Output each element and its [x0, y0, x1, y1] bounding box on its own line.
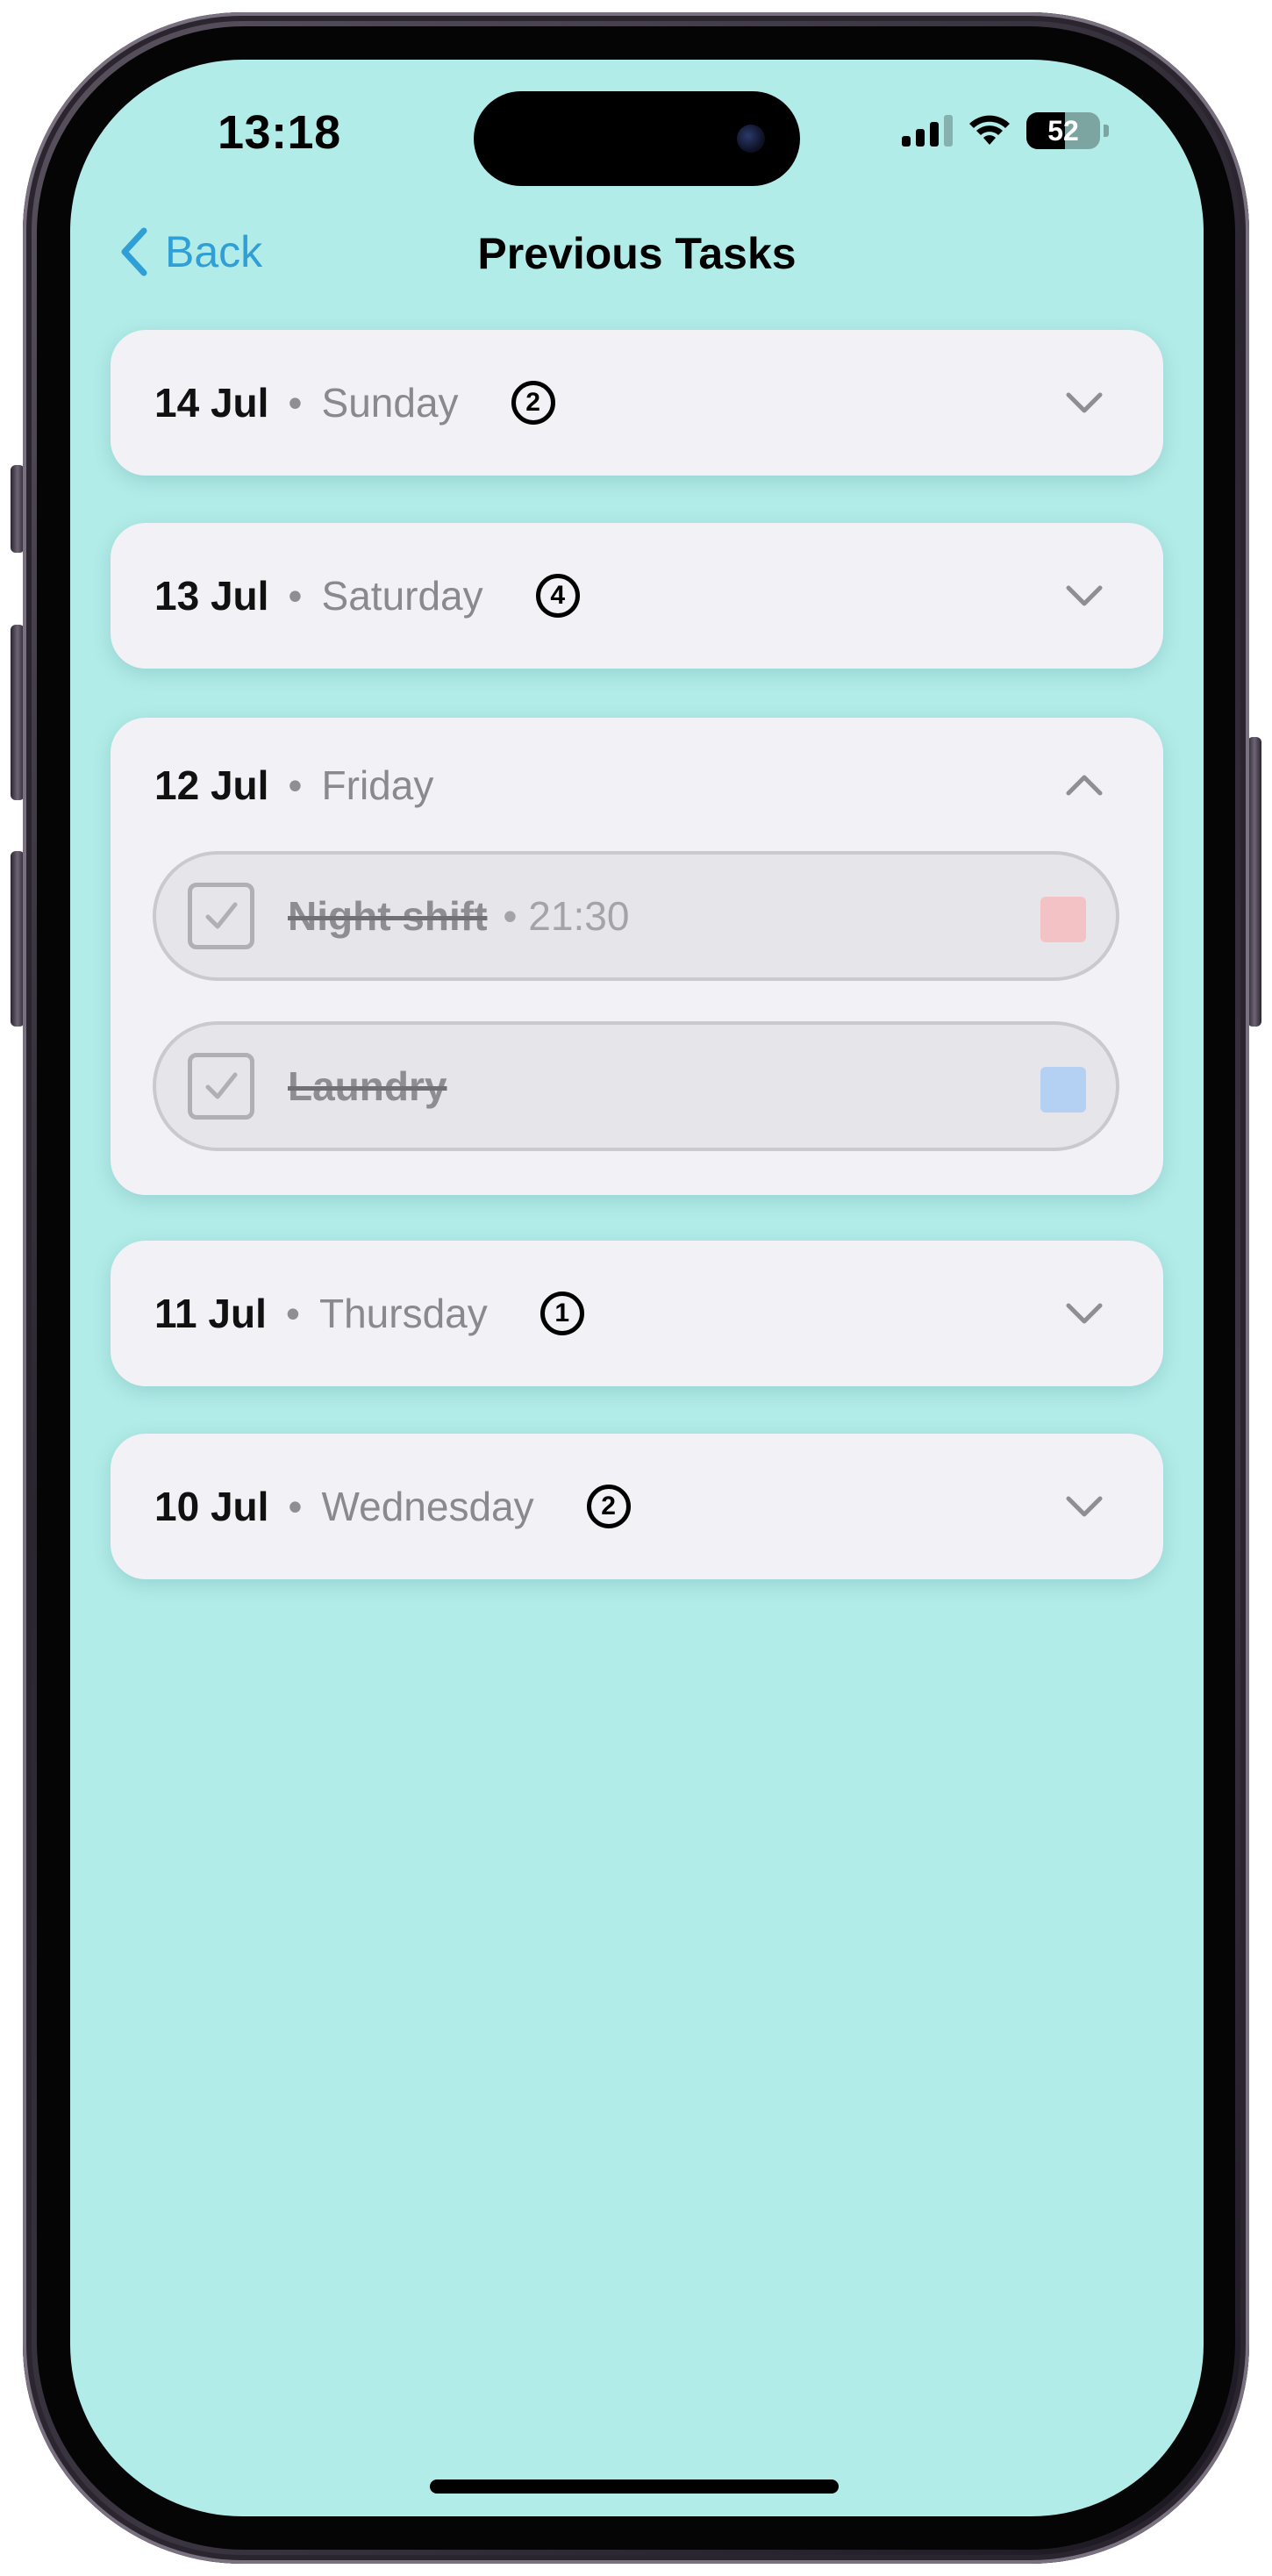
chevron-down-icon — [1066, 1496, 1103, 1517]
chevron-down-icon — [1066, 392, 1103, 413]
day-header[interactable]: 14 Jul • Sunday 2 — [111, 330, 1163, 476]
task-count-badge: 4 — [535, 574, 580, 618]
task-checkbox[interactable] — [188, 883, 254, 949]
separator-dot: • — [288, 573, 303, 619]
day-header[interactable]: 10 Jul • Wednesday 2 — [111, 1434, 1163, 1579]
status-time: 13:18 — [218, 106, 341, 159]
day-card-14-jul: 14 Jul • Sunday 2 — [111, 330, 1163, 476]
task-color-tag — [1040, 897, 1086, 942]
task-checkbox[interactable] — [188, 1053, 254, 1120]
day-weekday: Thursday — [318, 1291, 488, 1336]
task-count-badge: 1 — [540, 1292, 584, 1335]
day-date: 12 Jul — [154, 762, 269, 808]
separator-dot: • — [288, 1484, 303, 1529]
battery-percent: 52 — [1047, 114, 1079, 147]
day-date: 11 Jul — [154, 1291, 267, 1336]
battery-tip — [1104, 125, 1109, 137]
day-card-13-jul: 13 Jul • Saturday 4 — [111, 523, 1163, 669]
chevron-down-icon — [1066, 585, 1103, 606]
task-title: Night shift — [288, 893, 488, 939]
app-screen: 13:18 52 Back Previous Tasks 14 Jul • Su… — [70, 60, 1204, 2516]
chevron-left-icon — [121, 227, 147, 276]
day-weekday: Saturday — [321, 573, 483, 619]
cellular-signal-icon — [902, 115, 953, 147]
checkmark-icon — [205, 1072, 238, 1099]
day-card-12-jul: 12 Jul • Friday Night shift • 21:30 Laun… — [111, 718, 1163, 1195]
dynamic-island — [474, 91, 800, 186]
task-time: • 21:30 — [503, 893, 630, 939]
separator-dot: • — [285, 1291, 300, 1336]
front-camera-icon — [737, 125, 765, 153]
chevron-up-icon — [1066, 775, 1103, 796]
task-row[interactable]: Night shift • 21:30 — [153, 851, 1119, 981]
home-indicator[interactable] — [430, 2479, 839, 2494]
battery-icon: 52 — [1026, 112, 1100, 149]
power-button — [1247, 737, 1261, 1027]
task-row[interactable]: Laundry — [153, 1021, 1119, 1151]
day-header[interactable]: 13 Jul • Saturday 4 — [111, 523, 1163, 669]
task-title: Laundry — [288, 1063, 447, 1109]
separator-dot: • — [288, 380, 303, 426]
status-indicators: 52 — [902, 112, 1109, 149]
device-stage: 13:18 52 Back Previous Tasks 14 Jul • Su… — [0, 0, 1272, 2576]
day-weekday: Sunday — [321, 380, 459, 426]
day-weekday: Wednesday — [321, 1484, 534, 1529]
day-card-10-jul: 10 Jul • Wednesday 2 — [111, 1434, 1163, 1579]
back-button[interactable]: Back — [119, 226, 262, 277]
checkmark-icon — [205, 902, 238, 929]
day-date: 14 Jul — [154, 380, 269, 426]
task-count-badge: 2 — [586, 1485, 631, 1528]
day-date: 13 Jul — [154, 573, 269, 619]
day-card-11-jul: 11 Jul • Thursday 1 — [111, 1241, 1163, 1386]
chevron-down-icon — [1066, 1303, 1103, 1324]
day-weekday: Friday — [321, 762, 434, 808]
task-color-tag — [1040, 1067, 1086, 1113]
day-header[interactable]: 11 Jul • Thursday 1 — [111, 1241, 1163, 1386]
separator-dot: • — [288, 762, 303, 808]
task-count-badge: 2 — [511, 381, 555, 425]
back-label: Back — [165, 227, 263, 276]
day-date: 10 Jul — [154, 1484, 269, 1529]
day-header[interactable]: 12 Jul • Friday — [111, 718, 1163, 853]
wifi-icon — [969, 115, 1010, 145]
